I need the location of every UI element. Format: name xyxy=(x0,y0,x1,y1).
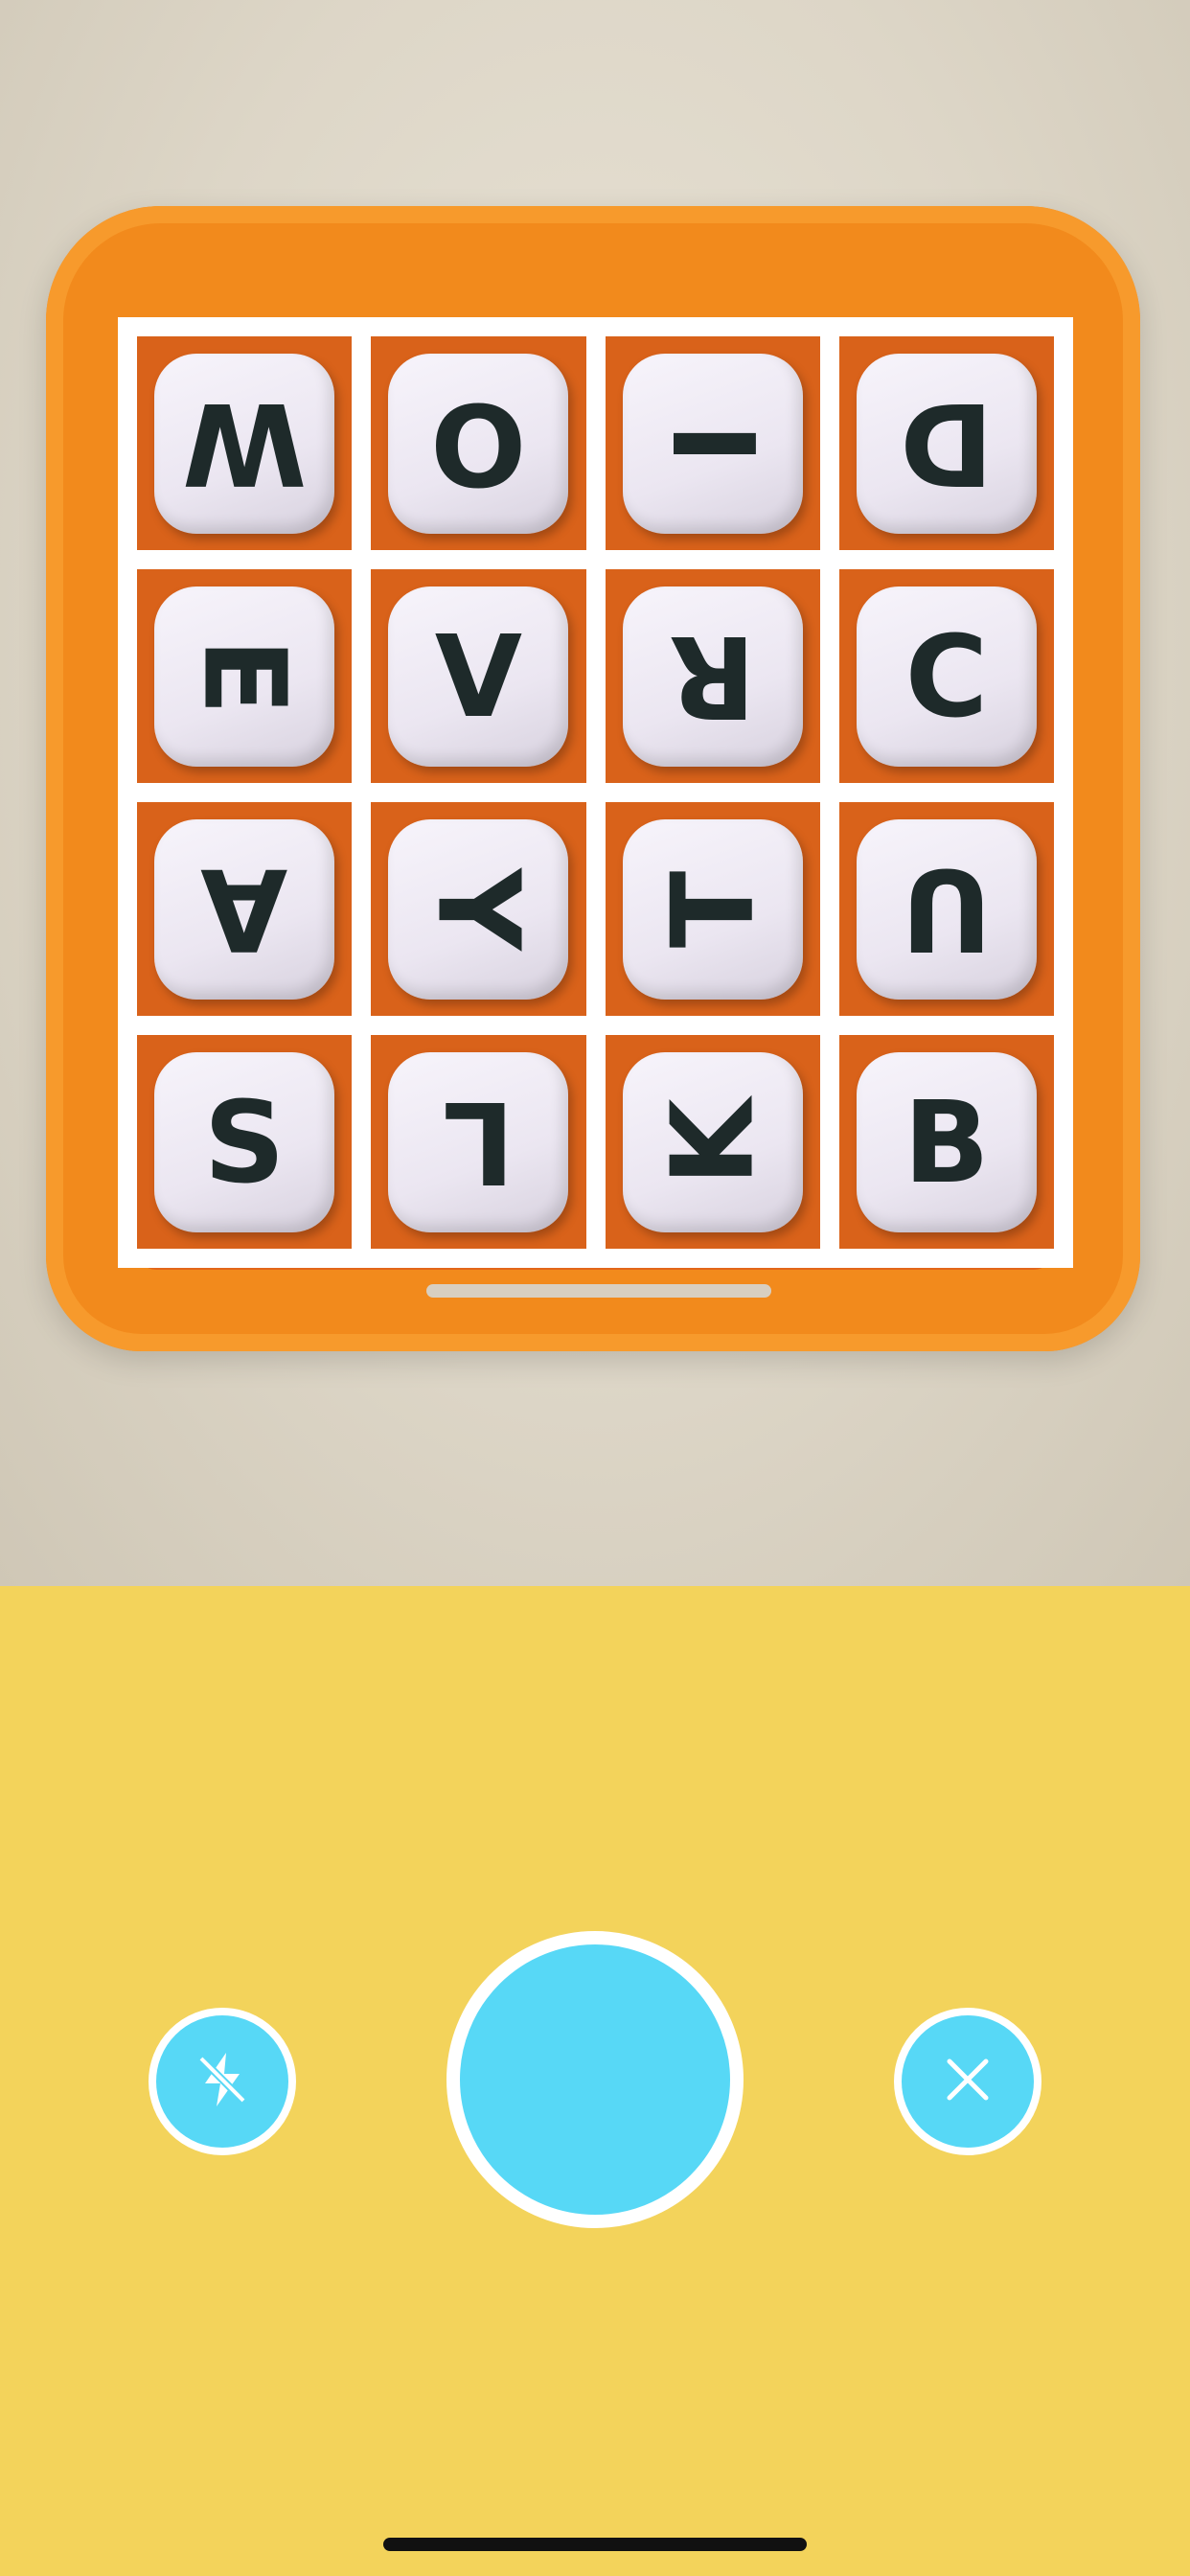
letter-die: K xyxy=(622,1051,803,1232)
grid-cell: W xyxy=(137,336,353,550)
letter-die: S xyxy=(154,1051,335,1232)
die-letter: I xyxy=(646,422,779,465)
die-letter: V xyxy=(434,610,523,743)
die-letter: R xyxy=(669,610,757,743)
letter-die: O xyxy=(388,353,569,534)
flash-off-icon xyxy=(192,2049,253,2115)
grid-cell: C xyxy=(838,569,1054,783)
grid-cell: S xyxy=(137,1035,353,1249)
grid-cell: D xyxy=(838,336,1054,550)
letter-die: I xyxy=(622,353,803,534)
die-letter: O xyxy=(430,377,527,510)
die-letter: Y xyxy=(412,867,545,951)
grid-cell: I xyxy=(605,336,820,550)
grid-cell: Y xyxy=(371,802,586,1016)
die-letter: S xyxy=(203,1075,286,1208)
grid-cell: O xyxy=(371,336,586,550)
letter-die: W xyxy=(154,353,335,534)
camera-controls xyxy=(0,1586,1190,2576)
die-letter: D xyxy=(899,377,994,510)
grid-cell: E xyxy=(137,569,353,783)
letter-die: Y xyxy=(388,818,569,1000)
die-letter: C xyxy=(904,610,989,743)
letter-die: U xyxy=(856,818,1037,1000)
letter-die: A xyxy=(154,818,335,1000)
close-button[interactable] xyxy=(894,2008,1041,2155)
grid-cell: V xyxy=(371,569,586,783)
die-letter: T xyxy=(646,870,779,948)
grid-cell: T xyxy=(605,802,820,1016)
shutter-button[interactable] xyxy=(446,1931,744,2228)
letter-die: L xyxy=(388,1051,569,1232)
flash-toggle-button[interactable] xyxy=(149,2008,296,2155)
camera-preview: WO I D E V R C A Y T U S L K B xyxy=(0,0,1190,1586)
die-letter: E xyxy=(178,637,311,715)
die-letter: U xyxy=(900,842,993,976)
grid-cell: L xyxy=(371,1035,586,1249)
grid-cell: K xyxy=(605,1035,820,1249)
letter-die: B xyxy=(856,1051,1037,1232)
letter-die: V xyxy=(388,586,569,767)
grid-cell: R xyxy=(605,569,820,783)
letter-die: E xyxy=(154,586,335,767)
home-indicator xyxy=(383,2538,807,2551)
letter-die: D xyxy=(856,353,1037,534)
die-letter: A xyxy=(200,842,288,976)
letter-die: T xyxy=(622,818,803,1000)
die-letter: L xyxy=(442,1075,515,1208)
letter-die: R xyxy=(622,586,803,767)
letter-die: C xyxy=(856,586,1037,767)
close-icon xyxy=(944,2056,992,2108)
die-letter: W xyxy=(182,377,308,510)
scan-grid-overlay: WO I D E V R C A Y T U S L K B xyxy=(118,317,1073,1268)
grid-cell: U xyxy=(838,802,1054,1016)
tray-handle xyxy=(426,1284,771,1298)
die-letter: B xyxy=(903,1075,990,1208)
grid-cell: A xyxy=(137,802,353,1016)
grid-cell: B xyxy=(838,1035,1054,1249)
die-letter: K xyxy=(646,1097,779,1186)
